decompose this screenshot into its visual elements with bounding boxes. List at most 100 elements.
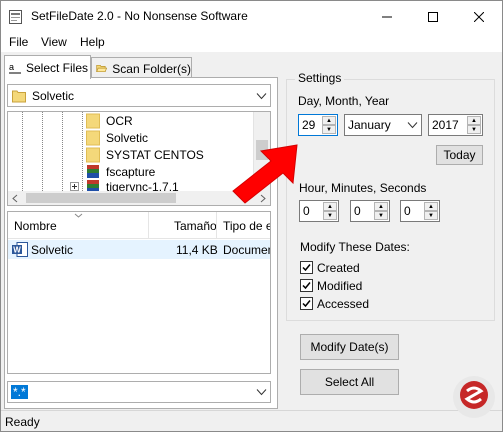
window-title: SetFileDate 2.0 - No Nonsense Software	[31, 9, 248, 23]
created-checkbox[interactable]	[300, 261, 313, 274]
menu-file[interactable]: File	[9, 35, 28, 49]
minimize-icon	[382, 16, 392, 17]
day-spin-buttons[interactable]: ▲ ▼	[322, 116, 336, 134]
modify-dates-button[interactable]: Modify Date(s)	[300, 334, 399, 360]
status-text: Ready	[5, 415, 40, 429]
file-filter-value: *.*	[11, 385, 28, 399]
spin-down-icon[interactable]: ▼	[467, 125, 481, 134]
spin-down-icon[interactable]: ▼	[323, 211, 337, 220]
spin-down-icon[interactable]: ▼	[322, 125, 336, 134]
tree-item-label: Solvetic	[106, 130, 149, 145]
tree-item[interactable]: Solvetic	[86, 129, 148, 146]
today-button[interactable]: Today	[436, 145, 483, 165]
minutes-spinner[interactable]: 0 ▲ ▼	[350, 200, 390, 222]
maximize-button[interactable]	[410, 1, 456, 32]
minimize-button[interactable]	[364, 1, 410, 32]
column-header-name[interactable]: Nombre	[14, 219, 57, 233]
hour-value: 0	[303, 204, 310, 218]
day-spinner[interactable]: 29 ▲ ▼	[298, 114, 338, 136]
menu-bar: File View Help	[1, 32, 502, 52]
open-folder-icon	[96, 64, 108, 73]
tab-scan-folders[interactable]: Scan Folder(s)	[91, 57, 192, 79]
folder-icon	[86, 113, 100, 128]
tree-item-label: SYSTAT CENTOS	[106, 147, 204, 162]
app-icon	[9, 10, 22, 24]
checkmark-icon	[302, 300, 311, 308]
select-all-button[interactable]: Select All	[300, 369, 399, 395]
file-size: 11,4 KB	[176, 243, 218, 257]
year-spin-buttons[interactable]: ▲ ▼	[467, 116, 481, 134]
spin-down-icon[interactable]: ▼	[424, 211, 438, 220]
folder-icon	[86, 130, 100, 145]
scroll-right-icon[interactable]	[260, 194, 266, 203]
settings-title: Settings	[295, 71, 345, 85]
file-type: Document	[223, 243, 270, 257]
column-header-type[interactable]: Tipo de el	[223, 219, 270, 233]
accessed-label[interactable]: Accessed	[317, 297, 369, 311]
word-document-icon: W	[12, 242, 28, 257]
hour-spinner[interactable]: 0 ▲ ▼	[299, 200, 339, 222]
day-value: 29	[302, 118, 316, 132]
scroll-left-icon[interactable]	[12, 194, 18, 203]
seconds-value: 0	[404, 204, 411, 218]
sort-indicator-icon	[74, 213, 83, 218]
seconds-spin-buttons[interactable]: ▲ ▼	[424, 202, 438, 220]
file-list[interactable]: Nombre Tamaño Tipo de el W Solvetic 11,4…	[7, 211, 271, 374]
tree-item[interactable]: OCR	[86, 112, 133, 129]
menu-view[interactable]: View	[41, 35, 67, 49]
list-item[interactable]: W Solvetic 11,4 KB Document	[8, 240, 270, 259]
month-value: January	[348, 118, 391, 132]
file-filter-combo[interactable]: *.*	[7, 381, 271, 403]
tab-select-files[interactable]: a Select Files	[4, 55, 91, 79]
date-label: Day, Month, Year	[298, 94, 390, 108]
tree-item-label: fscapture	[106, 164, 156, 179]
svg-text:a: a	[9, 62, 14, 72]
files-icon: a	[9, 62, 21, 73]
tree-horizontal-scrollbar[interactable]	[8, 191, 270, 205]
tree-item[interactable]: SYSTAT CENTOS	[86, 146, 204, 163]
spin-up-icon[interactable]: ▲	[467, 116, 481, 125]
tab-select-files-label: Select Files	[26, 60, 89, 75]
tab-scan-folders-label: Scan Folder(s)	[112, 61, 191, 76]
folder-icon	[12, 90, 26, 102]
folder-tree[interactable]: OCR Solvetic SYSTAT CENTOS fscapture tig…	[7, 111, 271, 206]
svg-text:W: W	[13, 246, 21, 255]
seconds-spinner[interactable]: 0 ▲ ▼	[400, 200, 440, 222]
month-select[interactable]: January	[344, 114, 422, 136]
spin-up-icon[interactable]: ▲	[374, 202, 388, 211]
file-name: Solvetic	[31, 243, 74, 257]
created-label[interactable]: Created	[317, 261, 360, 275]
close-button[interactable]	[456, 1, 502, 32]
time-label: Hour, Minutes, Seconds	[299, 181, 427, 195]
app-window: SetFileDate 2.0 - No Nonsense Software F…	[0, 0, 503, 432]
folder-combo-value: Solvetic	[32, 88, 75, 103]
minutes-spin-buttons[interactable]: ▲ ▼	[374, 202, 388, 220]
folder-icon	[86, 147, 100, 162]
spin-up-icon[interactable]: ▲	[424, 202, 438, 211]
chevron-down-icon	[256, 389, 267, 396]
spin-up-icon[interactable]: ▲	[322, 116, 336, 125]
folder-combo[interactable]: Solvetic	[7, 84, 271, 107]
menu-help[interactable]: Help	[80, 35, 105, 49]
status-bar: Ready	[1, 410, 502, 431]
spin-down-icon[interactable]: ▼	[374, 211, 388, 220]
title-bar[interactable]: SetFileDate 2.0 - No Nonsense Software	[1, 1, 502, 32]
modified-label[interactable]: Modified	[317, 279, 362, 293]
modified-checkbox[interactable]	[300, 279, 313, 292]
checkmark-icon	[302, 282, 311, 290]
modify-dates-label: Modify These Dates:	[300, 240, 410, 254]
minutes-value: 0	[354, 204, 361, 218]
chevron-down-icon	[407, 122, 418, 129]
column-header-size[interactable]: Tamaño	[174, 219, 217, 233]
list-header: Nombre Tamaño Tipo de el	[8, 212, 270, 239]
expand-icon	[70, 182, 79, 191]
tree-vertical-scrollbar[interactable]	[253, 112, 270, 193]
scroll-down-icon[interactable]	[258, 178, 267, 184]
hour-spin-buttons[interactable]: ▲ ▼	[323, 202, 337, 220]
year-spinner[interactable]: 2017 ▲ ▼	[428, 114, 483, 136]
spin-up-icon[interactable]: ▲	[323, 202, 337, 211]
accessed-checkbox[interactable]	[300, 297, 313, 310]
close-icon	[474, 11, 484, 22]
tree-item-label: OCR	[106, 113, 133, 128]
checkmark-icon	[302, 264, 311, 272]
